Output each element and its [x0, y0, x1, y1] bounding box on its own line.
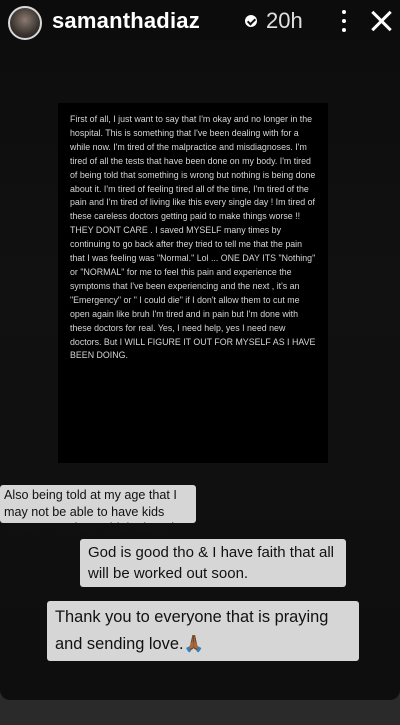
more-vertical-icon[interactable]	[334, 10, 354, 32]
statement-text-block: First of all, I just want to say that I'…	[58, 103, 328, 463]
verified-badge-icon	[245, 15, 257, 27]
caption-kids: Also being told at my age that I may not…	[0, 485, 196, 535]
avatar[interactable]	[8, 6, 42, 40]
story-view[interactable]: samanthadiaz 20h First of all, I just wa…	[0, 0, 400, 700]
post-time: 20h	[266, 8, 303, 33]
caption-faith: God is good tho & I have faith that all …	[80, 539, 346, 587]
story-header: samanthadiaz 20h	[0, 0, 400, 44]
caption-thanks: Thank you to everyone that is praying an…	[47, 601, 359, 661]
close-icon[interactable]	[368, 8, 394, 34]
username[interactable]: samanthadiaz	[52, 8, 200, 34]
